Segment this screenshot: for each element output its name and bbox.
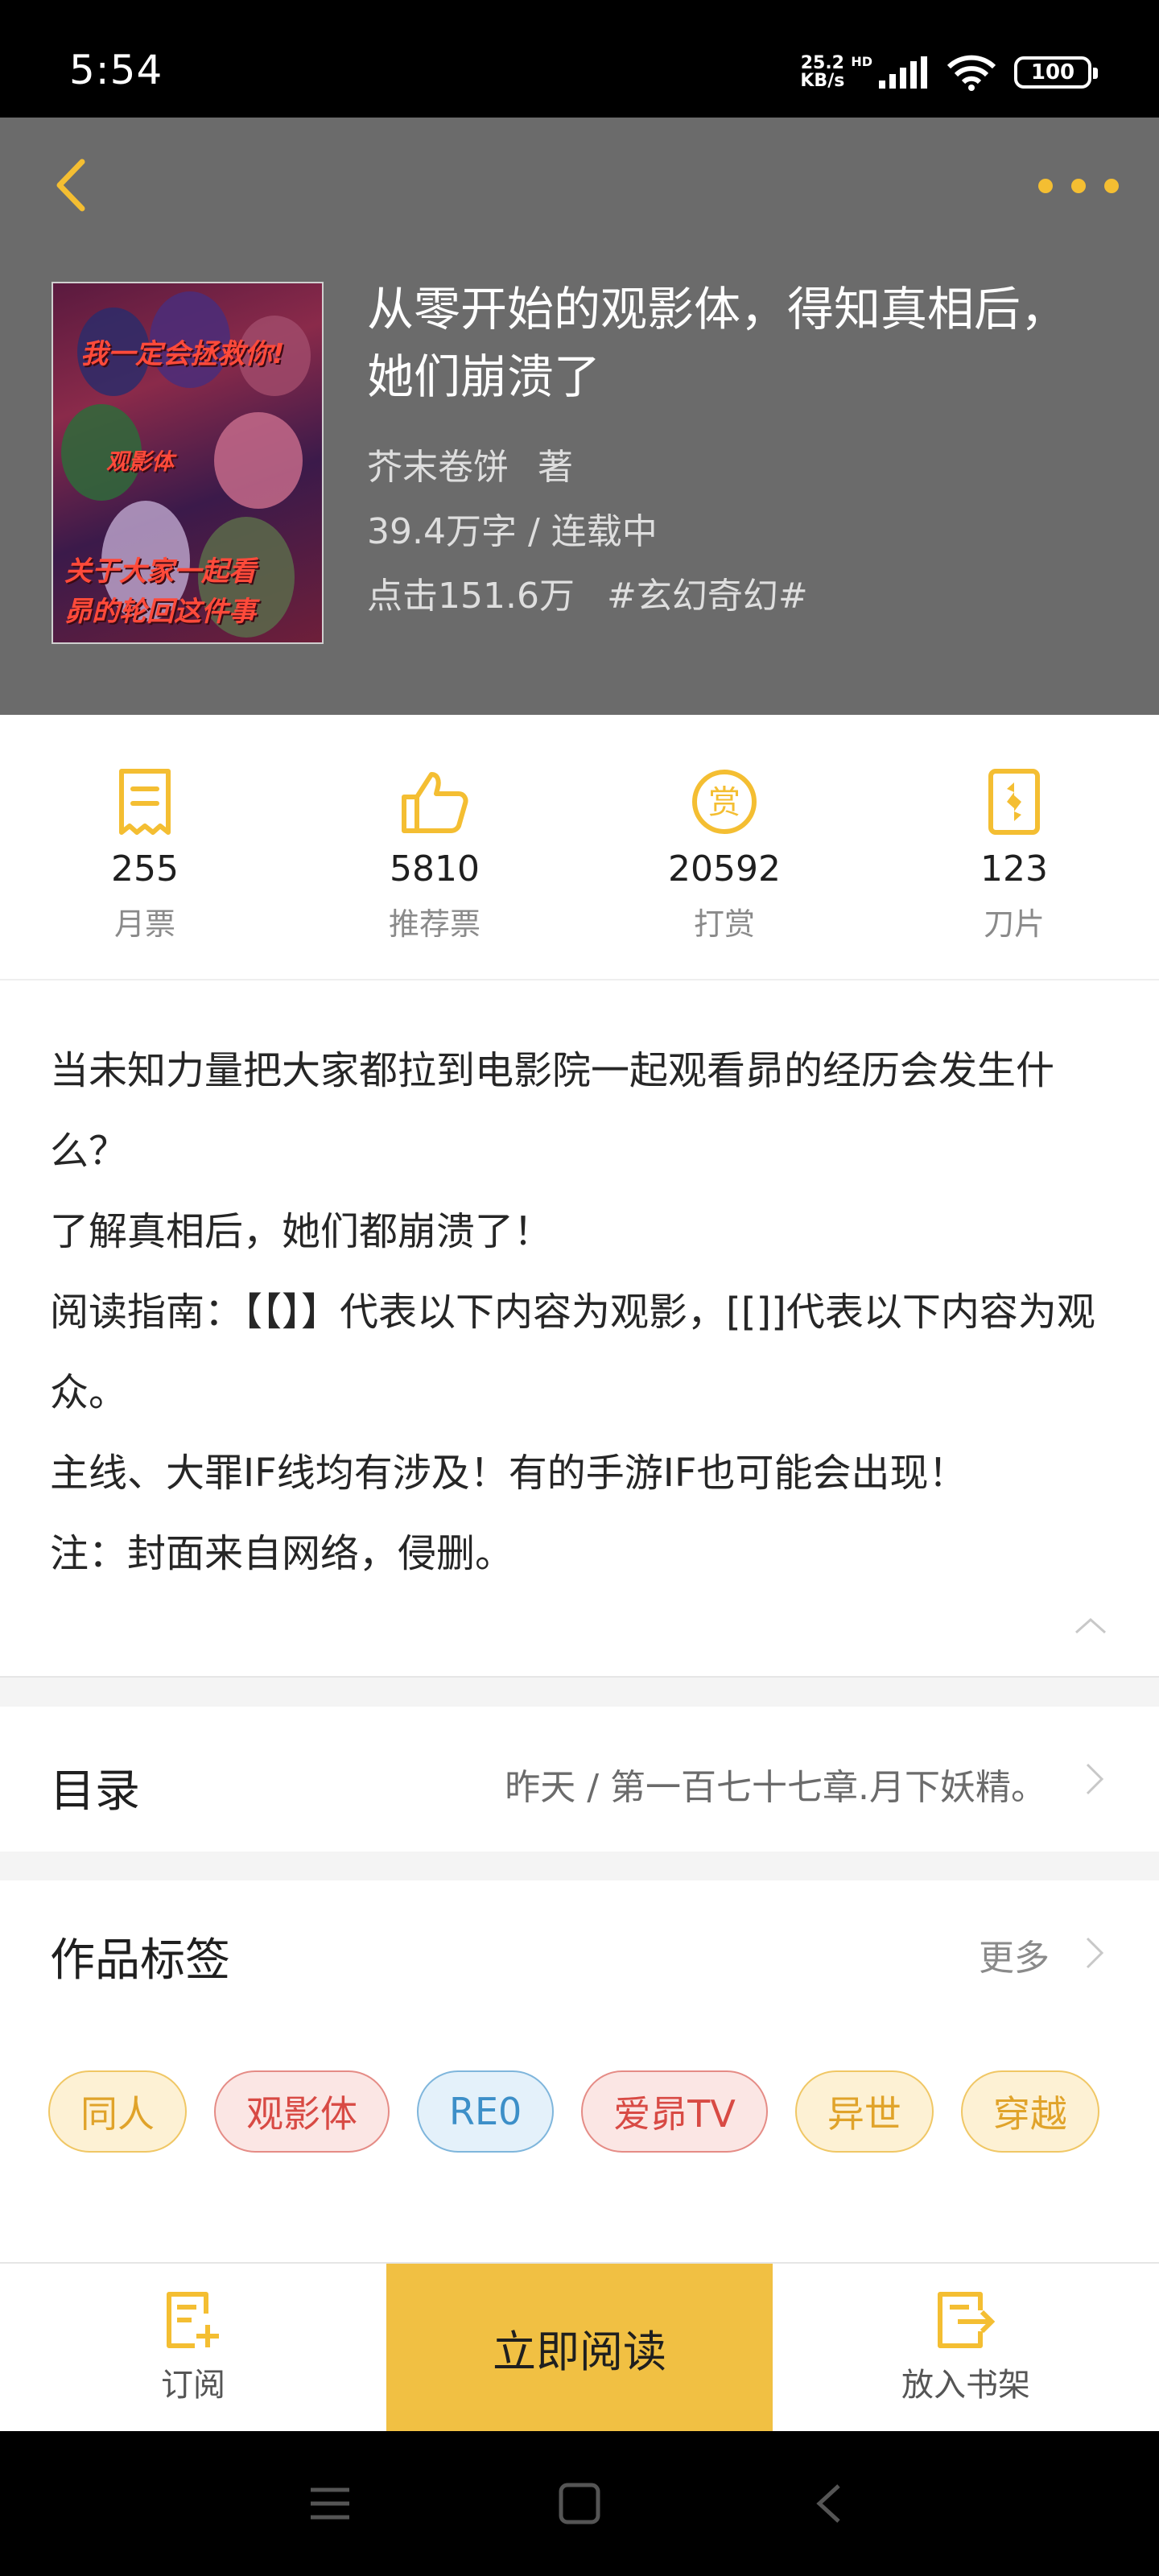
tag-chip[interactable]: 爱昴TV	[581, 2070, 768, 2153]
system-back-button[interactable]	[801, 2475, 857, 2532]
tag-chip[interactable]: RE0	[417, 2070, 555, 2153]
stat-value: 5810	[390, 848, 480, 890]
cover-text: 关于大家一起看	[64, 555, 256, 588]
book-author-line[interactable]: 芥末卷饼 著	[367, 438, 573, 489]
back-arrow-icon	[816, 2484, 840, 2523]
tags-section: 作品标签 更多 同人 观影体 RE0 爱昴TV 异世 穿越	[0, 1880, 1159, 2262]
toc-latest-chapter: 昨天 / 第一百七十七章.月下妖精。	[505, 1767, 1046, 1808]
book-header: 我一定会拯救你! 观影体 关于大家一起看 昴的轮回这件事 从零开始的观影体，得知…	[0, 118, 1159, 715]
section-divider	[0, 1852, 1159, 1880]
tags-more-label: 更多	[979, 1938, 1050, 1979]
description-paragraph: 主线、大罪IF线均有涉及！有的手游IF也可能会出现！	[50, 1451, 967, 1496]
read-now-button[interactable]: 立即阅读	[386, 2264, 773, 2431]
stat-value: 123	[980, 848, 1048, 890]
stat-reward[interactable]: 赏 20592 打赏	[580, 715, 869, 979]
description-paragraph: 阅读指南：【【】】代表以下内容为观影，[[]]代表以下内容为观众。	[50, 1290, 1095, 1415]
collapse-description-button[interactable]	[1070, 1610, 1111, 1642]
thumbs-up-icon	[396, 763, 473, 840]
book-words-status: 39.4万字 / 连载中	[367, 511, 658, 552]
stat-recommend[interactable]: 5810 推荐票	[290, 715, 580, 979]
monthly-ticket-icon	[106, 763, 184, 840]
book-title: 从零开始的观影体，得知真相后，她们崩溃了	[367, 282, 1068, 404]
tags-title: 作品标签	[50, 1934, 230, 1987]
back-button[interactable]	[39, 153, 103, 217]
stat-label: 打赏	[693, 906, 755, 942]
subscribe-label: 订阅	[161, 2367, 225, 2404]
add-to-shelf-icon	[938, 2292, 996, 2348]
description-paragraph: 当未知力量把大家都拉到电影院一起观看昴的经历会发生什么？	[50, 1048, 1055, 1174]
status-indicators: 25.2 KB/s HD 100	[800, 48, 1098, 97]
add-to-shelf-label: 放入书架	[901, 2367, 1030, 2404]
tags-list: 同人 观影体 RE0 爱昴TV 异世 穿越	[48, 2070, 1099, 2153]
battery-indicator: 100	[1014, 56, 1098, 89]
home-square-icon	[559, 2483, 600, 2524]
stat-label: 月票	[113, 906, 175, 942]
chevron-right-icon	[1079, 1755, 1111, 1803]
home-button[interactable]	[551, 2475, 608, 2532]
network-speed: 25.2 KB/s	[800, 53, 845, 91]
signal-icon	[879, 56, 927, 89]
book-cover[interactable]: 我一定会拯救你! 观影体 关于大家一起看 昴的轮回这件事	[52, 282, 324, 644]
tag-chip[interactable]: 异世	[794, 2070, 934, 2153]
stat-blade[interactable]: 123 刀片	[869, 715, 1159, 979]
book-genre[interactable]: #玄幻奇幻#	[607, 576, 808, 617]
cover-text: 我一定会拯救你!	[80, 338, 285, 370]
stat-value: 20592	[668, 848, 781, 890]
toc-title: 目录	[50, 1765, 140, 1818]
description-paragraph: 了解真相后，她们都崩溃了！	[50, 1209, 553, 1254]
chevron-left-icon	[56, 159, 85, 212]
book-stats-row: 255 月票 5810 推荐票 赏 20592 打赏 123 刀片	[0, 715, 1159, 980]
toc-row[interactable]: 目录 昨天 / 第一百七十七章.月下妖精。	[0, 1707, 1159, 1852]
book-clicks: 点击151.6万	[367, 576, 575, 617]
description-paragraph: 注：封面来自网络，侵删。	[50, 1531, 514, 1576]
more-dot-icon	[1104, 179, 1119, 193]
status-time: 5:54	[69, 47, 163, 93]
hd-indicator: HD	[851, 53, 872, 69]
wifi-icon	[947, 55, 996, 91]
section-divider	[0, 1676, 1159, 1707]
subscribe-icon	[167, 2292, 219, 2348]
stat-monthly-ticket[interactable]: 255 月票	[0, 715, 290, 979]
cover-text: 昴的轮回这件事	[64, 596, 256, 628]
more-dot-icon	[1071, 179, 1086, 193]
stat-label: 刀片	[983, 906, 1045, 942]
tag-chip[interactable]: 观影体	[214, 2070, 390, 2153]
book-author[interactable]: 芥末卷饼	[367, 447, 509, 488]
chevron-right-icon	[1079, 1929, 1111, 1977]
add-to-shelf-button[interactable]: 放入书架	[773, 2264, 1159, 2431]
more-options-button[interactable]	[1038, 166, 1119, 206]
cover-text: 观影体	[106, 448, 175, 475]
more-dot-icon	[1038, 179, 1053, 193]
author-suffix: 著	[538, 447, 573, 488]
tag-chip[interactable]: 同人	[48, 2070, 187, 2153]
blade-card-icon	[975, 763, 1053, 840]
system-nav-bar	[0, 2431, 1159, 2576]
menu-icon	[311, 2487, 349, 2520]
bottom-action-bar: 订阅 立即阅读 放入书架	[0, 2262, 1159, 2431]
status-bar: 5:54 25.2 KB/s HD 100	[0, 0, 1159, 118]
tag-chip[interactable]: 穿越	[960, 2070, 1099, 2153]
read-now-label: 立即阅读	[493, 2326, 666, 2377]
stat-label: 推荐票	[388, 906, 481, 942]
reward-coin-icon: 赏	[686, 763, 763, 840]
book-stats-line: 点击151.6万 #玄幻奇幻#	[367, 567, 808, 618]
stat-value: 255	[111, 848, 179, 890]
subscribe-button[interactable]: 订阅	[0, 2264, 386, 2431]
svg-text:赏: 赏	[708, 784, 740, 821]
recents-button[interactable]	[302, 2475, 358, 2532]
chevron-up-icon	[1075, 1617, 1106, 1634]
book-description[interactable]: 当未知力量把大家都拉到电影院一起观看昴的经历会发生什么？ 了解真相后，她们都崩溃…	[50, 1030, 1120, 1594]
